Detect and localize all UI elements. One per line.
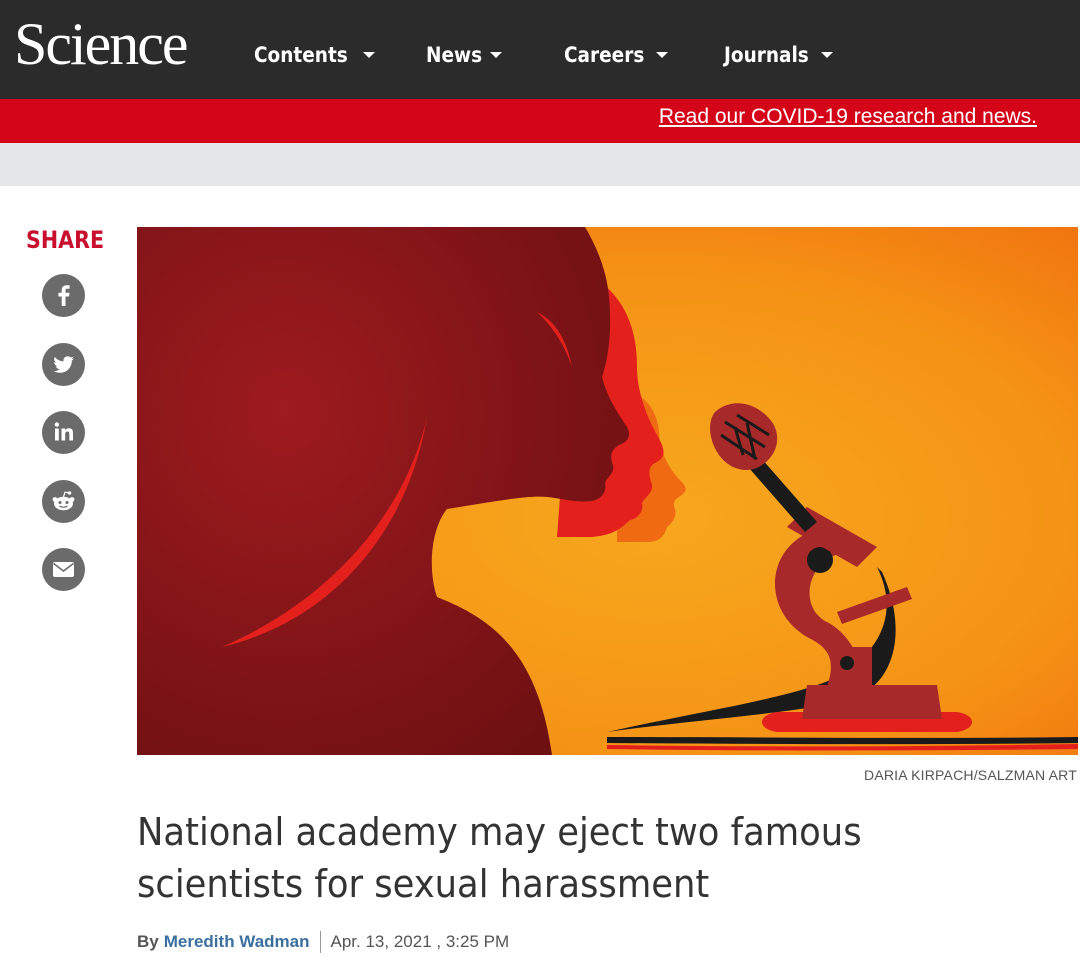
- nav-journals[interactable]: Journals: [724, 38, 834, 72]
- facebook-icon: [58, 285, 70, 306]
- email-icon: [53, 562, 74, 577]
- chevron-down-icon: [489, 52, 502, 58]
- byline-divider: [319, 931, 321, 953]
- top-navigation-bar: Science: [0, 0, 1080, 99]
- nav-contents[interactable]: Contents: [254, 38, 375, 72]
- nav-journals-label: Journals: [724, 43, 809, 67]
- share-reddit-button[interactable]: [42, 480, 85, 523]
- nav-careers[interactable]: Careers: [564, 38, 669, 72]
- share-email-button[interactable]: [42, 548, 85, 591]
- woman-profiles-microphone-illustration: [137, 227, 1078, 755]
- share-facebook-button[interactable]: [42, 274, 85, 317]
- chevron-down-icon: [362, 52, 375, 58]
- nav-news-label: News: [426, 43, 483, 67]
- ad-strip: [0, 143, 1080, 186]
- article-byline: By Meredith Wadman Apr. 13, 2021 , 3:25 …: [137, 930, 509, 954]
- chevron-down-icon: [821, 52, 834, 58]
- reddit-icon: [52, 491, 75, 511]
- share-twitter-button[interactable]: [42, 343, 85, 386]
- image-credit: DARIA KIRPACH/SALZMAN ART: [864, 767, 1077, 783]
- chevron-down-icon: [656, 52, 669, 58]
- share-linkedin-button[interactable]: [42, 411, 85, 454]
- byline-prefix: By: [137, 932, 159, 951]
- nav-contents-label: Contents: [254, 43, 348, 67]
- publish-date: Apr. 13, 2021 , 3:25 PM: [330, 932, 510, 951]
- linkedin-icon: [54, 422, 73, 441]
- author-link[interactable]: Meredith Wadman: [164, 930, 310, 954]
- twitter-icon: [53, 356, 74, 373]
- article-headline: National academy may eject two famous sc…: [137, 810, 862, 906]
- nav-news[interactable]: News: [426, 38, 502, 72]
- covid-research-link[interactable]: Read our COVID-19 research and news.: [659, 104, 1037, 130]
- article-hero-image: [137, 227, 1078, 755]
- share-heading: SHARE: [26, 226, 105, 254]
- nav-careers-label: Careers: [564, 43, 645, 67]
- science-logo[interactable]: Science: [14, 8, 189, 80]
